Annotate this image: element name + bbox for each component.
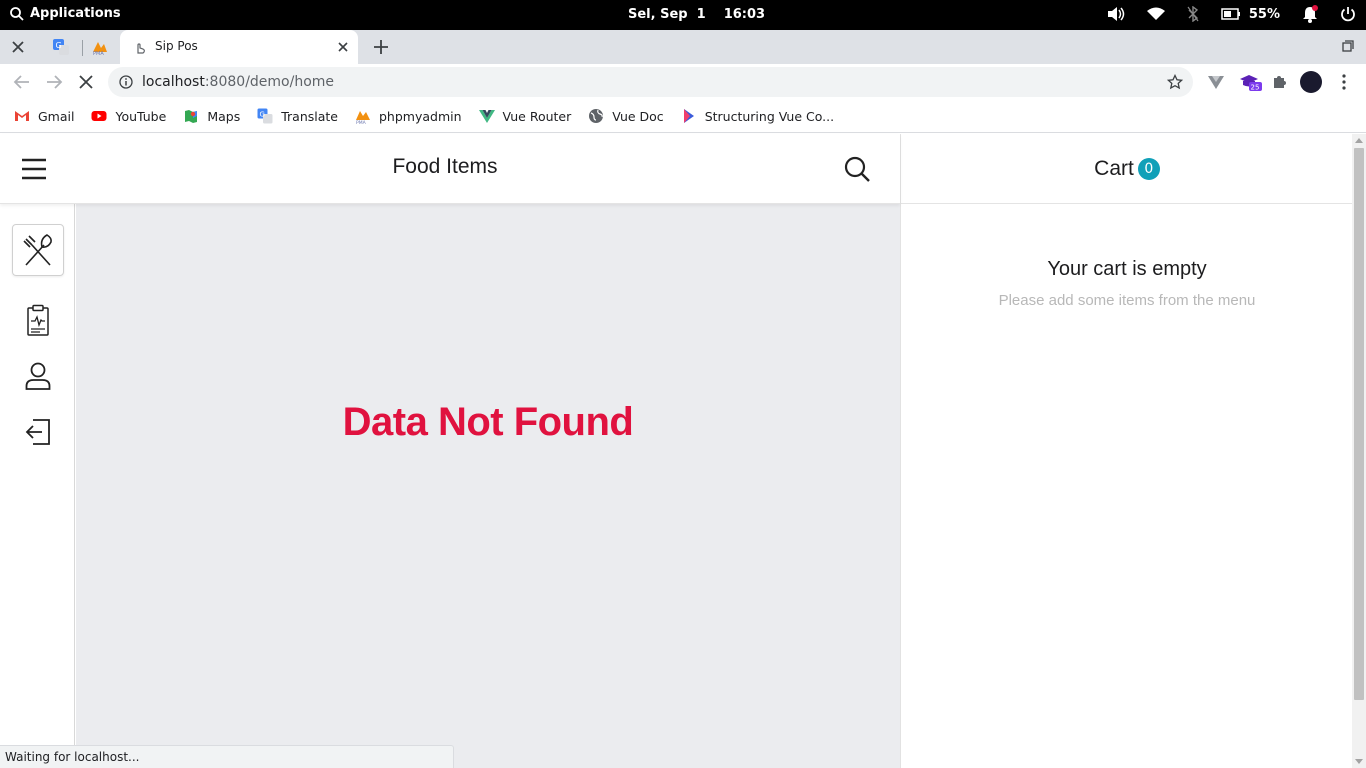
translate-tab-icon[interactable]: G bbox=[52, 38, 70, 56]
side-navigation bbox=[0, 204, 75, 768]
vue-icon bbox=[478, 110, 495, 123]
extensions-puzzle-icon[interactable] bbox=[1271, 73, 1289, 91]
phpmyadmin-icon: PMA bbox=[355, 111, 370, 124]
bookmark-maps[interactable]: Maps bbox=[183, 108, 240, 124]
stop-loading-icon[interactable] bbox=[77, 73, 95, 91]
power-icon[interactable] bbox=[1340, 6, 1356, 22]
bookmark-label: Vue Router bbox=[502, 108, 572, 124]
maps-icon bbox=[185, 110, 198, 123]
clipboard-icon bbox=[27, 304, 49, 336]
svg-text:G: G bbox=[56, 41, 62, 50]
app-header: Food Items bbox=[0, 134, 900, 204]
browser-status-bar: Waiting for localhost... bbox=[0, 745, 454, 768]
globe-icon bbox=[589, 109, 604, 123]
bookmark-label: YouTube bbox=[115, 108, 167, 124]
bookmark-label: phpmyadmin bbox=[378, 108, 462, 124]
tab-favicon-icon bbox=[137, 43, 145, 54]
svg-text:PMA: PMA bbox=[93, 51, 104, 56]
browser-toolbar: localhost:8080/demo/home 25 bbox=[0, 64, 1366, 100]
fork-knife-icon bbox=[23, 234, 52, 266]
bookmark-star-icon[interactable] bbox=[1167, 74, 1183, 90]
notification-bell-icon[interactable] bbox=[1302, 5, 1318, 23]
scrollbar-thumb[interactable] bbox=[1354, 148, 1364, 700]
scroll-down-arrow[interactable] bbox=[1355, 759, 1363, 764]
bookmark-structuring-vue[interactable]: Structuring Vue Co... bbox=[681, 108, 834, 124]
nav-food-menu[interactable] bbox=[12, 224, 64, 276]
url-host: localhost bbox=[142, 74, 205, 90]
cart-title: Cart bbox=[1094, 156, 1134, 180]
close-icon[interactable] bbox=[10, 39, 26, 55]
logout-icon bbox=[25, 419, 50, 445]
tab-sip-pos[interactable]: Sip Pos bbox=[120, 30, 358, 64]
nav-orders[interactable] bbox=[12, 294, 64, 346]
cart-count-badge: 0 bbox=[1137, 157, 1160, 180]
os-time: 16:03 bbox=[723, 7, 766, 22]
tab-separator bbox=[82, 40, 83, 56]
bookmark-gmail[interactable]: Gmail bbox=[14, 108, 74, 124]
bookmarks-bar: Gmail YouTube Maps G Translate PMA phpmy… bbox=[0, 100, 1366, 133]
volume-icon[interactable] bbox=[1107, 6, 1125, 22]
data-not-found-message: Data Not Found bbox=[342, 400, 634, 444]
bookmark-vue-router[interactable]: Vue Router bbox=[478, 108, 572, 124]
wifi-icon[interactable] bbox=[1146, 7, 1165, 21]
vue-devtools-icon[interactable] bbox=[1207, 73, 1225, 91]
os-top-bar: Applications Sel, Sep 1 16:03 55% bbox=[0, 0, 1366, 30]
bookmark-label: Vue Doc bbox=[612, 108, 664, 124]
extension-badge: 25 bbox=[1251, 84, 1260, 92]
youtube-icon bbox=[91, 111, 107, 121]
new-tab-icon[interactable] bbox=[372, 38, 390, 56]
forward-icon[interactable] bbox=[45, 73, 63, 91]
svg-text:PMA: PMA bbox=[356, 120, 367, 124]
bluetooth-icon[interactable] bbox=[1187, 6, 1199, 22]
bookmark-label: Maps bbox=[207, 108, 241, 124]
tab-close-icon[interactable] bbox=[336, 40, 350, 54]
page-scrollbar[interactable] bbox=[1352, 134, 1366, 768]
applications-label: Applications bbox=[30, 6, 121, 21]
page-title: Food Items bbox=[392, 155, 498, 178]
cart-panel: Cart 0 Your cart is empty Please add som… bbox=[900, 134, 1353, 768]
translate-icon: G bbox=[257, 108, 273, 124]
bookmark-vue-doc[interactable]: Vue Doc bbox=[588, 108, 664, 124]
system-tray: 55% bbox=[1107, 5, 1356, 23]
bookmark-translate[interactable]: G Translate bbox=[257, 108, 338, 124]
bookmark-icon bbox=[683, 109, 694, 123]
bookmark-youtube[interactable]: YouTube bbox=[91, 108, 166, 124]
graduation-extension-icon[interactable]: 25 bbox=[1239, 73, 1263, 91]
search-icon bbox=[10, 6, 24, 21]
back-icon[interactable] bbox=[13, 73, 31, 91]
search-icon[interactable] bbox=[843, 155, 871, 183]
restore-window-icon[interactable] bbox=[1342, 40, 1354, 52]
applications-menu[interactable]: Applications bbox=[10, 6, 121, 21]
nav-logout[interactable] bbox=[12, 406, 64, 458]
food-items-content: Data Not Found bbox=[76, 204, 900, 768]
tab-title: Sip Pos bbox=[155, 39, 198, 53]
svg-text:G: G bbox=[260, 111, 265, 119]
os-date: Sel, Sep 1 bbox=[628, 7, 706, 22]
address-bar[interactable]: localhost:8080/demo/home bbox=[108, 67, 1193, 97]
user-icon bbox=[25, 362, 51, 390]
scroll-up-arrow[interactable] bbox=[1355, 138, 1363, 143]
more-menu-icon[interactable] bbox=[1342, 73, 1346, 91]
pos-app: Food Items Data Not Found Cart 0 Your ca… bbox=[0, 134, 1366, 768]
os-clock[interactable]: Sel, Sep 1 16:03 bbox=[628, 7, 765, 22]
gmail-icon bbox=[15, 111, 29, 121]
cart-empty-subtitle: Please add some items from the menu bbox=[998, 292, 1256, 309]
battery-percent: 55% bbox=[1248, 6, 1280, 22]
profile-avatar[interactable] bbox=[1300, 71, 1322, 93]
cart-header: Cart 0 bbox=[901, 134, 1353, 204]
battery-icon[interactable] bbox=[1221, 8, 1241, 20]
phpmyadmin-tab-icon[interactable]: PMA bbox=[91, 38, 109, 56]
bookmark-phpmyadmin[interactable]: PMA phpmyadmin bbox=[355, 108, 462, 124]
nav-profile[interactable] bbox=[12, 350, 64, 402]
site-info-icon[interactable] bbox=[119, 75, 133, 89]
browser-tab-strip: G PMA Sip Pos bbox=[0, 30, 1366, 64]
bookmark-label: Gmail bbox=[38, 108, 75, 124]
bookmark-label: Structuring Vue Co... bbox=[704, 108, 835, 124]
url-path: :8080/demo/home bbox=[204, 74, 335, 90]
cart-empty-title: Your cart is empty bbox=[1047, 258, 1207, 280]
url-text[interactable]: localhost:8080/demo/home bbox=[142, 74, 334, 90]
bookmark-label: Translate bbox=[281, 108, 338, 124]
